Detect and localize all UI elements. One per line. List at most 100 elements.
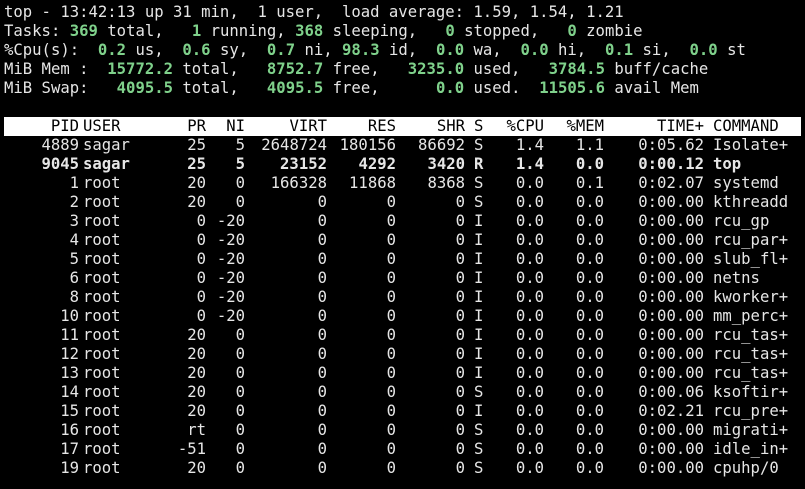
cell-time: 0:00.00 xyxy=(638,326,704,344)
cell-time: 0:00.00 xyxy=(638,345,704,363)
cell-user: sagar xyxy=(83,136,130,154)
col-header-command[interactable]: COMMAND xyxy=(713,117,779,136)
cell-res: 0 xyxy=(386,212,396,230)
table-row[interactable]: 3 root 0 -20 0 0 0 I 0.0 0.0 0:00.00 rcu_gp xyxy=(0,212,805,231)
cell-s: I xyxy=(474,212,484,230)
cell-virt: 0 xyxy=(317,231,327,249)
cell-ni: 5 xyxy=(235,155,245,173)
cell-ni: -20 xyxy=(216,269,245,287)
mem-total-label: total, xyxy=(182,60,239,78)
col-header-time[interactable]: TIME+ xyxy=(604,117,704,136)
table-row[interactable]: 4889 sagar 25 5 2648724 180156 86692 S 1.4 1.1 0:0… xyxy=(0,136,805,155)
cell-s: S xyxy=(474,136,484,154)
table-row[interactable]: 5 root 0 -20 0 0 0 I 0.0 0.0 0:00.00 slub_fl+ xyxy=(0,250,805,269)
col-header-ni[interactable]: NI xyxy=(209,117,245,136)
cell-res: 0 xyxy=(386,440,396,458)
table-row[interactable]: 19 root 20 0 0 0 0 S 0.0 0.0 0:00.00 cpuhp/0 xyxy=(0,459,805,478)
cell-time: 0:00.00 xyxy=(638,421,704,439)
table-row[interactable]: 10 root 0 -20 0 0 0 I 0.0 0.0 0:00.00 mm_perc+ xyxy=(0,307,805,326)
cell-user: root xyxy=(83,307,121,325)
cpu-id-value: 98.3 xyxy=(342,41,380,59)
tasks-total-value: 369 xyxy=(69,22,98,40)
table-row[interactable]: 4 root 0 -20 0 0 0 I 0.0 0.0 0:00.00 rcu_par+ xyxy=(0,231,805,250)
cell-user: root xyxy=(83,174,121,192)
cell-s: S xyxy=(474,421,484,439)
swap-avail-value: 11505.6 xyxy=(539,79,605,97)
table-row[interactable]: 8 root 0 -20 0 0 0 I 0.0 0.0 0:00.00 kworker+ xyxy=(0,288,805,307)
cell-pr: 20 xyxy=(187,402,206,420)
cell-res: 4292 xyxy=(358,155,396,173)
cpu-si-label: si, xyxy=(642,41,671,59)
cell-virt: 0 xyxy=(317,307,327,325)
cell-pid: 14 xyxy=(60,383,79,401)
table-row[interactable]: 12 root 20 0 0 0 0 I 0.0 0.0 0:00.00 rcu_tas+ xyxy=(0,345,805,364)
table-row[interactable]: 16 root rt 0 0 0 0 S 0.0 0.0 0:00.00 migrati+ xyxy=(0,421,805,440)
cell-pr: 0 xyxy=(196,307,206,325)
table-row[interactable]: 2 root 20 0 0 0 0 S 0.0 0.0 0:00.00 kthreadd xyxy=(0,193,805,212)
table-row[interactable]: 15 root 20 0 0 0 0 I 0.0 0.0 0:02.21 rcu_pre+ xyxy=(0,402,805,421)
table-row[interactable]: 6 root 0 -20 0 0 0 I 0.0 0.0 0:00.00 netns xyxy=(0,269,805,288)
cell-shr: 0 xyxy=(455,193,465,211)
cpu-wa-label: wa, xyxy=(473,41,502,59)
table-row[interactable]: 1 root 20 0 166328 11868 8368 S 0.0 0.1 0:02.07 sys… xyxy=(0,174,805,193)
mem-used-value: 3235.0 xyxy=(407,60,465,78)
col-header-user[interactable]: USER xyxy=(83,117,121,136)
table-row[interactable]: 11 root 20 0 0 0 0 I 0.0 0.0 0:00.00 rcu_tas+ xyxy=(0,326,805,345)
cell-cpu: 0.0 xyxy=(515,345,544,363)
cell-cmd: top xyxy=(713,155,742,173)
table-row[interactable]: 17 root -51 0 0 0 0 S 0.0 0.0 0:00.00 idle_in+ xyxy=(0,440,805,459)
cell-res: 0 xyxy=(386,364,396,382)
col-header-s[interactable]: S xyxy=(474,117,483,136)
cell-pid: 17 xyxy=(60,440,79,458)
cell-ni: 0 xyxy=(235,440,245,458)
cell-ni: 0 xyxy=(235,402,245,420)
cell-res: 0 xyxy=(386,288,396,306)
cell-ni: 0 xyxy=(235,364,245,382)
cell-pid: 9045 xyxy=(41,155,79,173)
cell-cpu: 1.4 xyxy=(515,136,544,154)
swap-total-value: 4095.5 xyxy=(116,79,174,97)
col-header-pr[interactable]: PR xyxy=(174,117,206,136)
cell-time: 0:00.00 xyxy=(638,307,704,325)
cell-user: root xyxy=(83,250,121,268)
table-row[interactable]: 9045 sagar 25 5 23152 4292 3420 R 1.4 0.0 0:00.12 t… xyxy=(0,155,805,174)
col-header-res[interactable]: RES xyxy=(330,117,396,136)
cell-res: 0 xyxy=(386,269,396,287)
col-header-cpu[interactable]: %CPU xyxy=(494,117,544,136)
col-header-mem[interactable]: %MEM xyxy=(552,117,604,136)
tasks-sleeping-label: sleeping, xyxy=(332,22,418,40)
cell-cmd: Isolate+ xyxy=(713,136,789,154)
table-row[interactable]: 14 root 20 0 0 0 0 S 0.0 0.0 0:00.06 ksoftir+ xyxy=(0,383,805,402)
cell-s: I xyxy=(474,364,484,382)
col-header-shr[interactable]: SHR xyxy=(399,117,465,136)
col-header-virt[interactable]: VIRT xyxy=(248,117,327,136)
cell-user: root xyxy=(83,440,121,458)
cell-virt: 0 xyxy=(317,402,327,420)
cell-shr: 0 xyxy=(455,212,465,230)
tasks-stopped-label: stopped, xyxy=(464,22,540,40)
cell-shr: 0 xyxy=(455,288,465,306)
cell-pr: rt xyxy=(187,421,206,439)
cell-ni: 0 xyxy=(235,193,245,211)
cell-s: I xyxy=(474,345,484,363)
cell-time: 0:00.00 xyxy=(638,288,704,306)
table-row[interactable]: 13 root 20 0 0 0 0 I 0.0 0.0 0:00.00 rcu_tas+ xyxy=(0,364,805,383)
col-header-pid[interactable]: PID xyxy=(4,117,79,136)
cell-time: 0:00.00 xyxy=(638,364,704,382)
cell-cmd: rcu_pre+ xyxy=(713,402,789,420)
cell-pid: 13 xyxy=(60,364,79,382)
tasks-sleeping-value: 368 xyxy=(295,22,324,40)
cell-mem: 0.0 xyxy=(575,231,604,249)
cpu-line: %Cpu(s): 0.2 us, 0.6 sy, 0.7 ni, 98.3 id… xyxy=(0,41,805,60)
cell-pr: 0 xyxy=(196,250,206,268)
cell-shr: 3420 xyxy=(427,155,465,173)
cell-time: 0:02.07 xyxy=(638,174,704,192)
cell-ni: -20 xyxy=(216,307,245,325)
cell-s: I xyxy=(474,269,484,287)
cell-res: 0 xyxy=(386,326,396,344)
cell-res: 0 xyxy=(386,193,396,211)
cell-time: 0:00.12 xyxy=(638,155,704,173)
cell-s: I xyxy=(474,402,484,420)
mem-buff-value: 3784.5 xyxy=(548,60,605,78)
